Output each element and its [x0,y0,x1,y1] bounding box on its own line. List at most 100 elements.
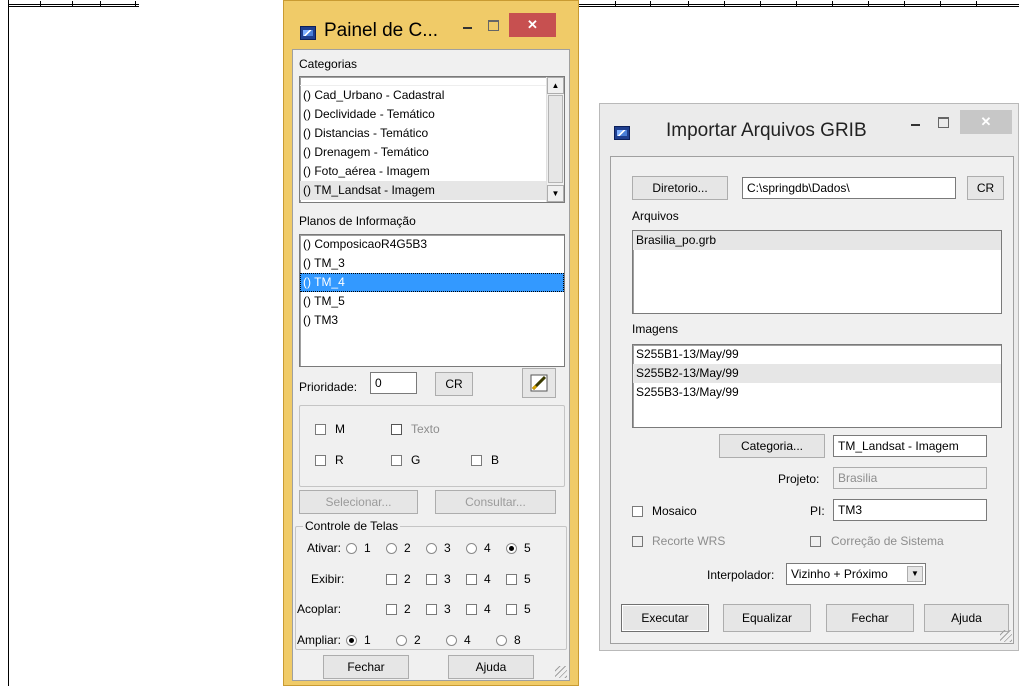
ampliar-radio-2-label: 2 [414,633,421,647]
interpolador-select[interactable]: Vizinho + Próximo ▼ [786,563,926,585]
recorte-wrs-checkbox[interactable] [632,536,643,547]
list-item[interactable]: S255B1-13/May/99 [633,345,1001,364]
exibir-check-4-label: 4 [484,572,491,586]
painel-titlebar[interactable]: Painel de C... ✕ [284,1,578,45]
scrollbar-thumb[interactable] [548,95,563,183]
list-item[interactable]: S255B3-13/May/99 [633,383,1001,402]
scroll-up-icon[interactable]: ▲ [547,77,564,94]
categorias-list[interactable]: () Cad_Urbano - Cadastral () Declividade… [299,76,565,203]
checkbox-g[interactable] [391,455,402,466]
projeto-input[interactable]: Brasilia [833,467,987,489]
ampliar-radio-4[interactable] [446,635,457,646]
pi-input[interactable]: TM3 [833,499,987,521]
checkbox-b-label: B [491,453,500,467]
list-item[interactable]: () TM_5 [300,292,564,311]
arquivos-list[interactable]: Brasilia_po.grb [632,230,1002,314]
exibir-label: Exibir: [311,572,345,586]
resize-grip-icon[interactable] [555,666,567,678]
exibir-check-4[interactable] [466,574,477,585]
imagens-list[interactable]: S255B1-13/May/99 S255B2-13/May/99 S255B3… [632,344,1002,428]
cr-button[interactable]: CR [967,176,1004,200]
pencil-icon [530,374,548,392]
ampliar-label: Ampliar: [297,633,342,647]
list-item[interactable]: S255B2-13/May/99 [633,364,1001,383]
prioridade-input[interactable]: 0 [370,372,417,394]
ativar-radio-1-label: 1 [364,541,371,555]
list-item[interactable]: () TM_4 [300,273,564,292]
list-item[interactable]: () TM_3 [300,254,564,273]
ampliar-radio-2[interactable] [396,635,407,646]
selecionar-button[interactable]: Selecionar... [299,490,418,514]
planos-label: Planos de Informação [299,214,416,228]
acoplar-label: Acoplar: [297,602,342,616]
ampliar-radio-8-label: 8 [514,633,521,647]
list-item[interactable]: () Foto_aérea - Imagem [300,162,546,181]
mosaico-checkbox[interactable] [632,506,643,517]
consultar-button[interactable]: Consultar... [435,490,556,514]
minimize-button[interactable] [902,112,929,134]
checkbox-g-label: G [411,453,421,467]
correcao-sistema-checkbox[interactable] [810,536,821,547]
diretorio-button[interactable]: Diretorio... [632,176,728,200]
categorias-label: Categorias [299,57,358,71]
ampliar-radio-8[interactable] [496,635,507,646]
list-item[interactable]: Brasilia_po.grb [633,231,1001,250]
acoplar-check-3-label: 3 [444,602,451,616]
checkbox-m[interactable] [315,424,326,435]
scroll-down-icon[interactable]: ▼ [547,185,564,202]
acoplar-check-2[interactable] [386,604,397,615]
edit-color-button[interactable] [522,368,556,398]
cr-button[interactable]: CR [435,372,473,396]
equalizar-button[interactable]: Equalizar [723,604,811,632]
acoplar-check-4[interactable] [466,604,477,615]
acoplar-check-2-label: 2 [404,602,411,616]
exibir-check-2[interactable] [386,574,397,585]
ampliar-radio-1[interactable] [346,635,357,646]
list-item[interactable]: () TM3 [300,311,564,330]
maximize-button[interactable] [930,112,957,134]
ativar-radio-1[interactable] [346,543,357,554]
ativar-radio-5[interactable] [506,543,517,554]
list-item[interactable]: () TM_Landsat - Imagem [300,181,546,200]
list-item[interactable]: () Declividade - Temático [300,105,546,124]
categoria-input[interactable]: TM_Landsat - Imagem [833,435,987,457]
controle-telas-label: Controle de Telas [303,519,401,533]
executar-button[interactable]: Executar [621,604,709,632]
checkbox-b[interactable] [471,455,482,466]
planos-list[interactable]: () ComposicaoR4G5B3 () TM_3 () TM_4 () T… [299,234,565,367]
ativar-radio-3[interactable] [426,543,437,554]
categoria-button[interactable]: Categoria... [719,434,825,458]
ativar-radio-2-label: 2 [404,541,411,555]
close-button[interactable]: ✕ [960,110,1012,134]
ativar-label: Ativar: [307,541,342,555]
ativar-radio-4[interactable] [466,543,477,554]
arquivos-label: Arquivos [632,209,679,223]
list-item[interactable]: () ComposicaoR4G5B3 [300,235,564,254]
checkbox-texto[interactable] [391,424,402,435]
grib-client: Diretorio... C:\springdb\Dados\ CR Arqui… [610,156,1014,644]
list-item[interactable]: () Drenagem - Temático [300,143,546,162]
grib-fechar-button[interactable]: Fechar [826,604,914,632]
chevron-down-icon[interactable]: ▼ [907,566,923,582]
app-icon [300,26,316,40]
checkbox-r[interactable] [315,455,326,466]
acoplar-check-3[interactable] [426,604,437,615]
resize-grip-icon[interactable] [1000,630,1012,642]
diretorio-input[interactable]: C:\springdb\Dados\ [742,177,956,199]
maximize-button[interactable] [480,15,507,37]
minimize-button[interactable] [454,15,481,37]
painel-fechar-button[interactable]: Fechar [323,655,409,679]
recorte-wrs-label: Recorte WRS [652,534,726,548]
list-item[interactable]: () Distancias - Temático [300,124,546,143]
painel-ajuda-button[interactable]: Ajuda [448,655,534,679]
close-button[interactable]: ✕ [509,13,556,37]
categorias-scrollbar[interactable]: ▲ ▼ [546,77,564,202]
grib-titlebar[interactable]: Importar Arquivos GRIB ✕ [600,104,1018,150]
imagens-label: Imagens [632,322,679,336]
acoplar-check-5[interactable] [506,604,517,615]
exibir-check-5[interactable] [506,574,517,585]
exibir-check-3[interactable] [426,574,437,585]
list-item[interactable]: () Cad_Urbano - Cadastral [300,86,546,105]
ativar-radio-2[interactable] [386,543,397,554]
grib-ajuda-button[interactable]: Ajuda [924,604,1009,632]
